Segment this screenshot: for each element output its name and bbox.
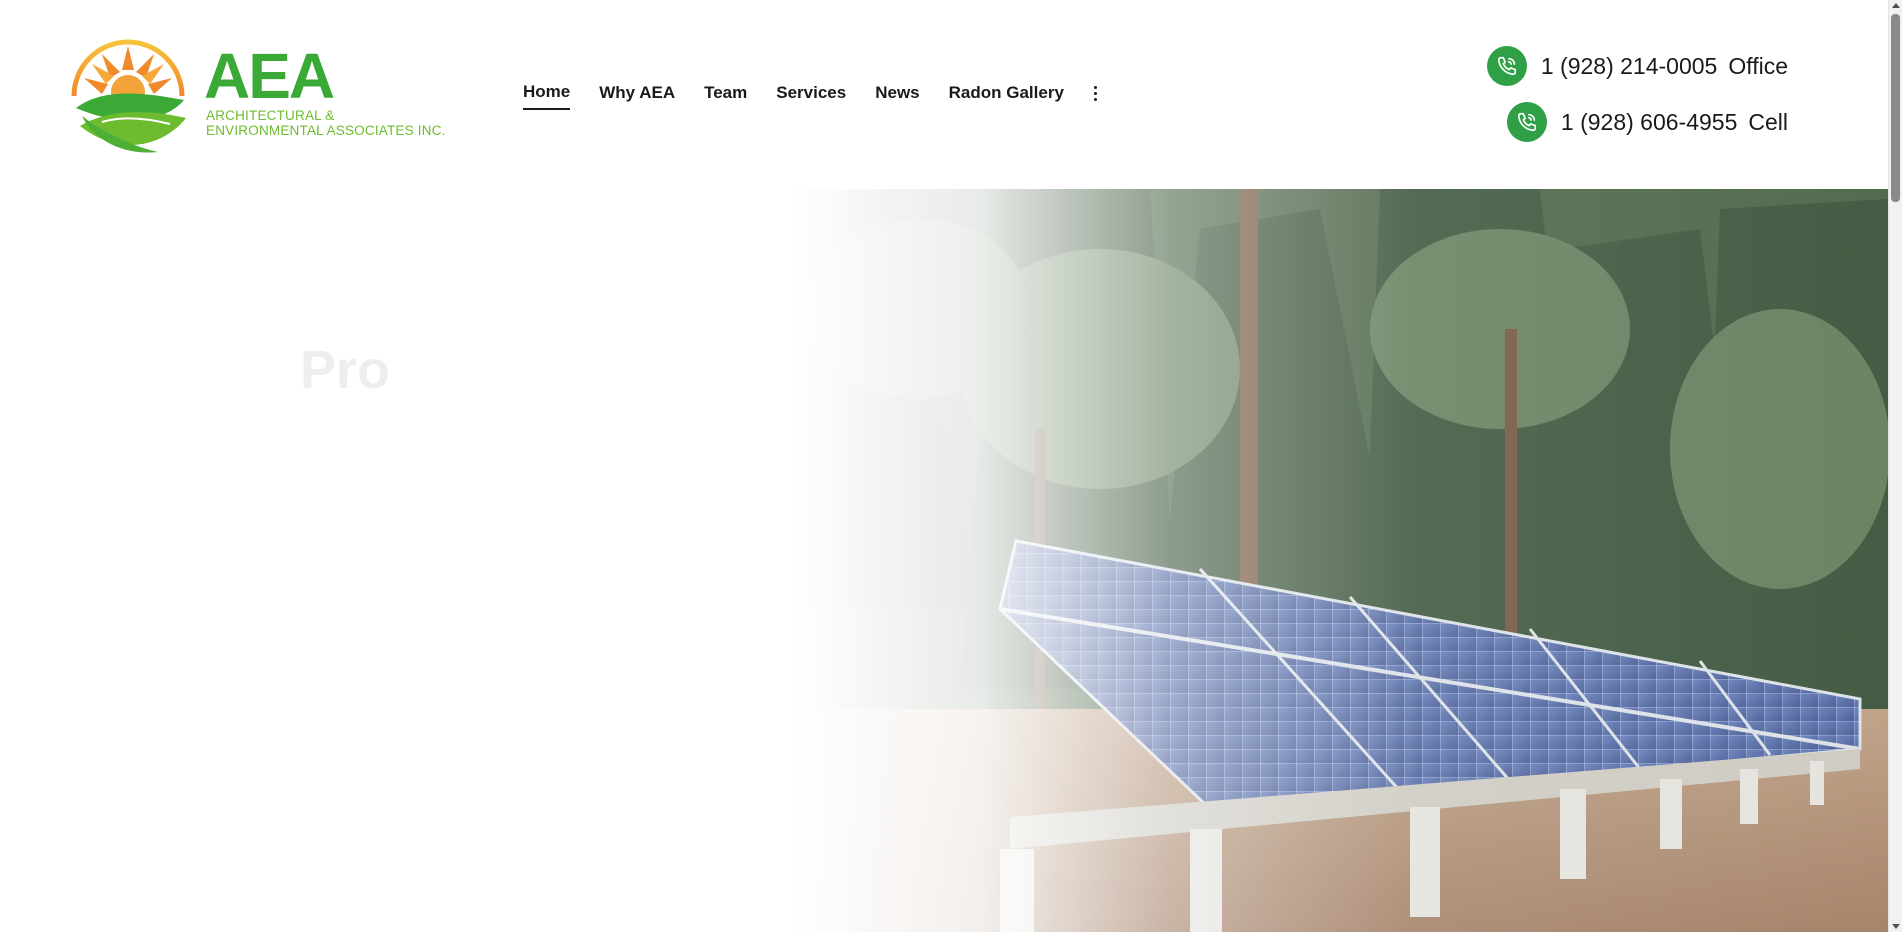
phone-icon (1486, 46, 1527, 86)
scrollbar-thumb[interactable] (1891, 14, 1900, 202)
cell-phone-link[interactable]: 1 (928) 606-4955 Cell (1506, 102, 1788, 142)
brand-subtitle: ARCHITECTURAL & ENVIRONMENTAL ASSOCIATES… (206, 108, 446, 138)
nav-item-services[interactable]: Services (776, 83, 846, 109)
site-header: AEA ARCHITECTURAL & ENVIRONMENTAL ASSOCI… (0, 0, 1888, 189)
nav-item-why-aea[interactable]: Why AEA (599, 83, 675, 109)
brand-name: AEA (204, 40, 335, 112)
office-phone-label: Office (1728, 52, 1788, 79)
sun-leaf-logo-icon (71, 39, 186, 153)
brand-subtitle-line2: ENVIRONMENTAL ASSOCIATES INC. (206, 123, 446, 138)
hero-title: Pro (300, 340, 391, 400)
hero-banner: Pro (0, 189, 1888, 932)
scroll-up-arrow-icon[interactable] (1892, 3, 1900, 8)
vertical-ellipsis-icon[interactable] (1091, 83, 1101, 103)
scroll-down-arrow-icon[interactable] (1892, 924, 1900, 929)
page-scrollbar[interactable] (1888, 0, 1902, 932)
main-nav: Home Why AEA Team Services News Radon Ga… (523, 82, 1101, 110)
cell-phone-number: 1 (928) 606-4955 (1560, 108, 1738, 135)
hero-white-fade-overlay (0, 189, 1888, 932)
phone-icon (1506, 102, 1547, 142)
office-phone-link[interactable]: 1 (928) 214-0005 Office (1486, 46, 1788, 86)
nav-item-home[interactable]: Home (523, 82, 571, 110)
brand-subtitle-line1: ARCHITECTURAL & (206, 108, 335, 123)
site-logo[interactable]: AEA ARCHITECTURAL & ENVIRONMENTAL ASSOCI… (62, 30, 445, 160)
office-phone-number: 1 (928) 214-0005 (1540, 52, 1718, 79)
nav-item-team[interactable]: Team (704, 83, 747, 109)
nav-item-news[interactable]: News (875, 83, 919, 109)
nav-item-radon-gallery[interactable]: Radon Gallery (949, 83, 1064, 109)
cell-phone-label: Cell (1748, 108, 1788, 135)
